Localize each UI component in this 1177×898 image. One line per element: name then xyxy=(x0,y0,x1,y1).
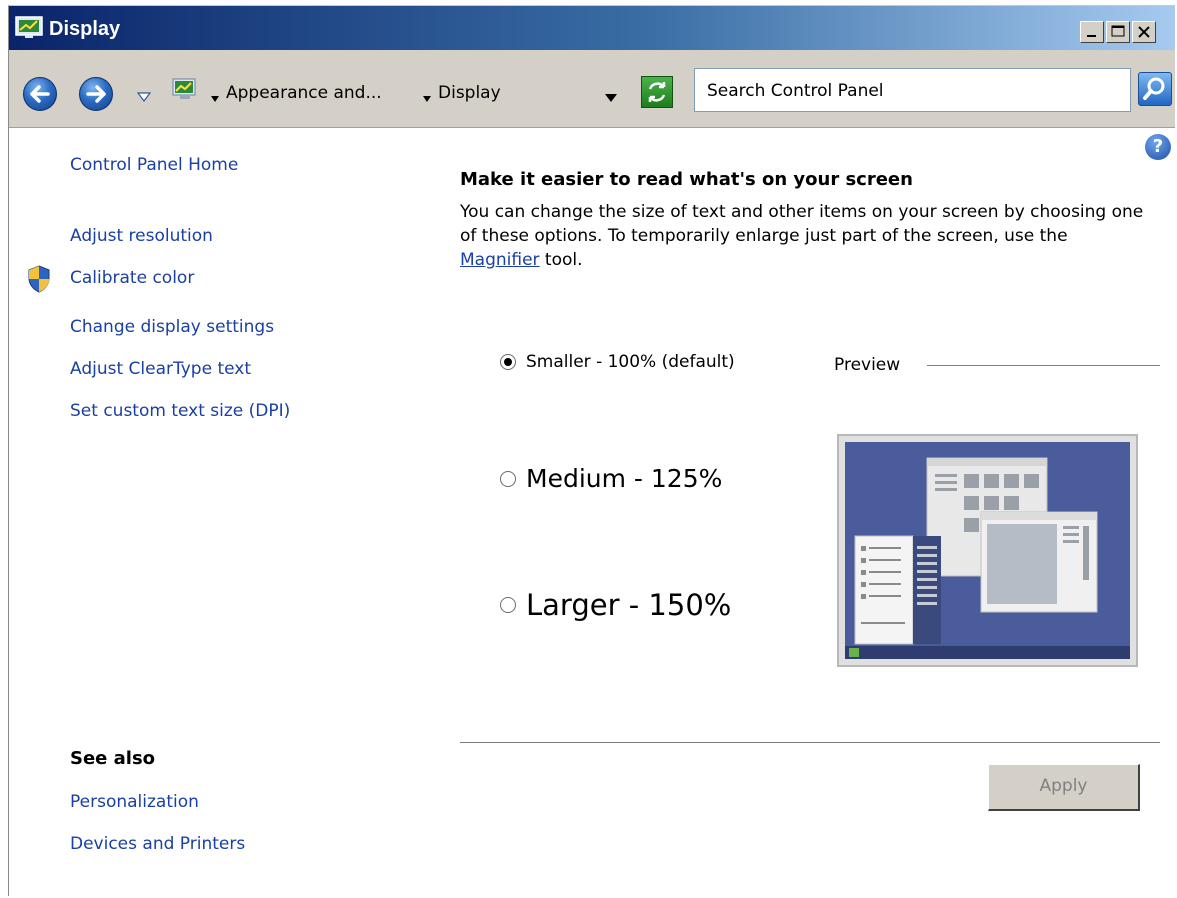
display-icon xyxy=(15,16,43,40)
custom-text-size-link[interactable]: Set custom text size (DPI) xyxy=(70,400,290,422)
radio-larger[interactable] xyxy=(500,597,516,613)
option-larger-label: Larger - 150% xyxy=(526,588,732,622)
option-medium[interactable]: Medium - 125% xyxy=(500,463,722,494)
shield-icon xyxy=(26,264,52,294)
preview-image xyxy=(837,434,1138,667)
maximize-button[interactable] xyxy=(1106,21,1130,43)
help-icon[interactable]: ? xyxy=(1145,134,1171,160)
description-text-start: You can change the size of text and othe… xyxy=(460,202,1144,246)
personalization-link[interactable]: Personalization xyxy=(70,791,199,813)
control-panel-icon xyxy=(172,78,198,102)
see-also-heading: See also xyxy=(70,748,156,769)
option-larger[interactable]: Larger - 150% xyxy=(500,586,731,622)
recent-pages-dropdown-icon[interactable] xyxy=(136,88,152,102)
change-display-settings-link[interactable]: Change display settings xyxy=(70,316,274,338)
magnifier-link[interactable]: Magnifier xyxy=(460,250,540,270)
search-input[interactable]: Search Control Panel xyxy=(694,68,1131,112)
bottom-separator xyxy=(460,742,1160,743)
devices-printers-link[interactable]: Devices and Printers xyxy=(70,833,245,855)
preview-divider xyxy=(927,365,1160,366)
preview-label: Preview xyxy=(834,355,901,375)
page-description: You can change the size of text and othe… xyxy=(460,200,1150,272)
breadcrumb-separator-icon[interactable] xyxy=(422,88,432,102)
refresh-button[interactable] xyxy=(641,76,673,108)
address-history-dropdown-icon[interactable] xyxy=(604,88,618,102)
apply-button[interactable]: Apply xyxy=(988,764,1140,811)
option-smaller-label: Smaller - 100% (default) xyxy=(526,352,735,372)
search-button[interactable] xyxy=(1138,72,1172,106)
control-panel-home-link[interactable]: Control Panel Home xyxy=(70,154,238,176)
breadcrumb-appearance[interactable]: Appearance and... xyxy=(226,82,382,104)
forward-button[interactable] xyxy=(79,77,113,111)
back-button[interactable] xyxy=(23,77,57,111)
navigation-bar: Appearance and... Display Search Control… xyxy=(9,50,1175,128)
option-smaller[interactable]: Smaller - 100% (default) xyxy=(500,351,735,373)
window-title: Display xyxy=(49,18,121,40)
close-button[interactable] xyxy=(1132,21,1156,43)
option-medium-label: Medium - 125% xyxy=(526,464,723,493)
calibrate-color-link[interactable]: Calibrate color xyxy=(70,267,194,289)
radio-smaller[interactable] xyxy=(500,354,516,370)
address-bar[interactable]: Appearance and... Display xyxy=(166,72,629,114)
title-bar[interactable]: Display xyxy=(9,6,1175,50)
display-window: Display Appearance and... Display Search… xyxy=(8,5,1175,896)
adjust-resolution-link[interactable]: Adjust resolution xyxy=(70,225,213,247)
adjust-cleartype-link[interactable]: Adjust ClearType text xyxy=(70,358,251,380)
page-heading: Make it easier to read what's on your sc… xyxy=(460,169,913,190)
search-placeholder: Search Control Panel xyxy=(707,81,884,101)
breadcrumb-separator-icon[interactable] xyxy=(210,88,220,102)
minimize-button[interactable] xyxy=(1080,21,1104,43)
radio-medium[interactable] xyxy=(500,471,516,487)
breadcrumb-display[interactable]: Display xyxy=(438,82,501,104)
description-text-end: tool. xyxy=(539,250,583,270)
